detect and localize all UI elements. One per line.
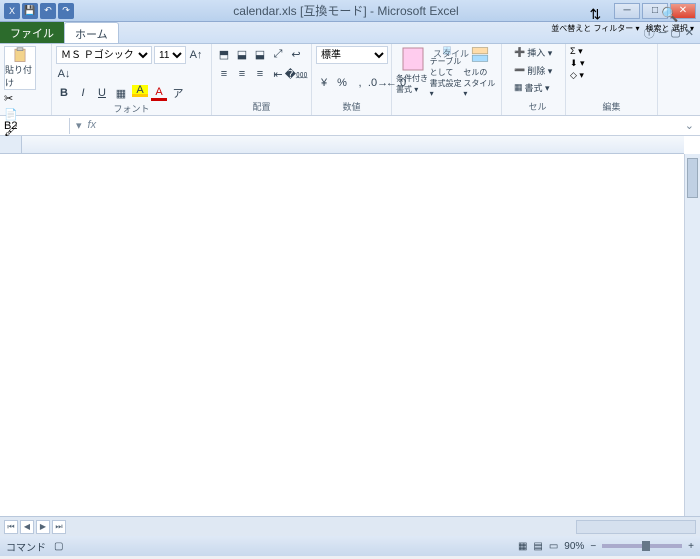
paste-button[interactable]: 貼り付け	[4, 46, 36, 90]
sheet-nav-next-icon[interactable]: ▶	[36, 520, 50, 534]
increase-font-icon[interactable]: A↑	[188, 47, 204, 63]
autosum-icon[interactable]: Σ ▾	[570, 46, 583, 57]
cut-icon[interactable]: ✂	[4, 92, 18, 106]
zoom-slider[interactable]	[602, 544, 682, 548]
align-top-icon[interactable]: ⬒	[216, 46, 232, 62]
align-right-icon[interactable]: ≡	[252, 66, 268, 82]
status-bar: コマンド ▢ ▦ ▤ ▭ 90% − +	[0, 536, 700, 556]
view-layout-icon[interactable]: ▤	[533, 541, 542, 552]
formula-expand-icon[interactable]: ⌄	[679, 119, 700, 132]
find-select-button[interactable]: 🔍検索と 選択 ▾	[646, 6, 694, 34]
align-center-icon[interactable]: ≡	[234, 66, 250, 82]
name-box[interactable]: B2	[0, 118, 70, 134]
column-headers[interactable]	[22, 136, 684, 154]
group-styles-label: スタイル	[396, 46, 506, 60]
phonetic-button[interactable]: ア	[170, 85, 186, 101]
comma-button[interactable]: ,	[352, 75, 368, 91]
view-pagebreak-icon[interactable]: ▭	[549, 541, 558, 552]
increase-decimal-icon[interactable]: .0→	[370, 75, 386, 91]
macro-record-icon[interactable]: ▢	[54, 541, 63, 552]
percent-button[interactable]: %	[334, 75, 350, 91]
zoom-level[interactable]: 90%	[564, 541, 584, 552]
fill-icon[interactable]: ⬇ ▾	[570, 58, 585, 69]
sort-filter-button[interactable]: ⇅並べ替えと フィルター ▾	[551, 6, 639, 34]
italic-button[interactable]: I	[75, 85, 91, 101]
group-number-label: 数値	[316, 99, 387, 113]
border-button[interactable]: ▦	[113, 85, 129, 101]
zoom-in-button[interactable]: +	[688, 541, 694, 552]
number-format-select[interactable]: 標準	[316, 46, 388, 64]
formula-input[interactable]	[102, 118, 679, 134]
group-editing-label: 編集	[570, 99, 653, 113]
qa-undo-icon[interactable]: ↶	[40, 3, 56, 19]
underline-button[interactable]: U	[94, 85, 110, 101]
excel-icon: X	[4, 3, 20, 19]
vertical-scrollbar[interactable]	[684, 154, 700, 516]
formula-bar: B2 ▾ fx ⌄	[0, 116, 700, 136]
orientation-icon[interactable]: ⤢	[270, 46, 286, 62]
fx-icon[interactable]: fx	[88, 119, 97, 132]
fill-color-button[interactable]: A	[132, 85, 148, 97]
delete-cells-button[interactable]: ➖ 削除 ▾	[514, 64, 561, 77]
sheet-tab-bar: ⏮ ◀ ▶ ⏭	[0, 516, 700, 536]
qa-save-icon[interactable]: 💾	[22, 3, 38, 19]
select-all-corner[interactable]	[0, 136, 22, 154]
merge-button[interactable]: �⅏	[288, 66, 304, 82]
clear-icon[interactable]: ◇ ▾	[570, 70, 584, 81]
worksheet[interactable]	[0, 136, 700, 516]
ribbon-tab-0[interactable]: ホーム	[64, 22, 119, 43]
align-bottom-icon[interactable]: ⬓	[252, 46, 268, 62]
insert-cells-button[interactable]: ➕ 挿入 ▾	[514, 46, 561, 59]
qa-redo-icon[interactable]: ↷	[58, 3, 74, 19]
status-mode: コマンド	[6, 539, 46, 554]
font-name-select[interactable]: ＭＳ Ｐゴシック	[56, 46, 152, 64]
currency-button[interactable]: ¥	[316, 75, 332, 91]
group-align-label: 配置	[216, 99, 307, 113]
format-cells-button[interactable]: ▦ 書式 ▾	[514, 81, 561, 94]
zoom-out-button[interactable]: −	[590, 541, 596, 552]
file-tab[interactable]: ファイル	[0, 22, 64, 43]
ribbon: 貼り付け ✂ 📄 🖌 クリップボード ＭＳ Ｐゴシック 11 A↑ A↓ B I…	[0, 44, 700, 116]
horizontal-scrollbar[interactable]	[576, 520, 696, 534]
wrap-text-button[interactable]: ↩	[288, 46, 304, 62]
align-middle-icon[interactable]: ⬓	[234, 46, 250, 62]
grid-area[interactable]	[22, 154, 684, 516]
group-font-label: フォント	[56, 101, 207, 115]
font-size-select[interactable]: 11	[154, 46, 186, 64]
indent-decrease-icon[interactable]: ⇤	[270, 66, 286, 82]
sheet-nav-prev-icon[interactable]: ◀	[20, 520, 34, 534]
bold-button[interactable]: B	[56, 85, 72, 101]
decrease-font-icon[interactable]: A↓	[56, 66, 72, 82]
window-title: calendar.xls [互換モード] - Microsoft Excel	[78, 2, 614, 19]
font-color-button[interactable]: A	[151, 85, 167, 101]
align-left-icon[interactable]: ≡	[216, 66, 232, 82]
group-cells-label: セル	[514, 99, 561, 113]
view-normal-icon[interactable]: ▦	[518, 541, 527, 552]
sheet-nav-first-icon[interactable]: ⏮	[4, 520, 18, 534]
name-box-dropdown-icon[interactable]: ▾	[76, 119, 82, 132]
sheet-nav-last-icon[interactable]: ⏭	[52, 520, 66, 534]
